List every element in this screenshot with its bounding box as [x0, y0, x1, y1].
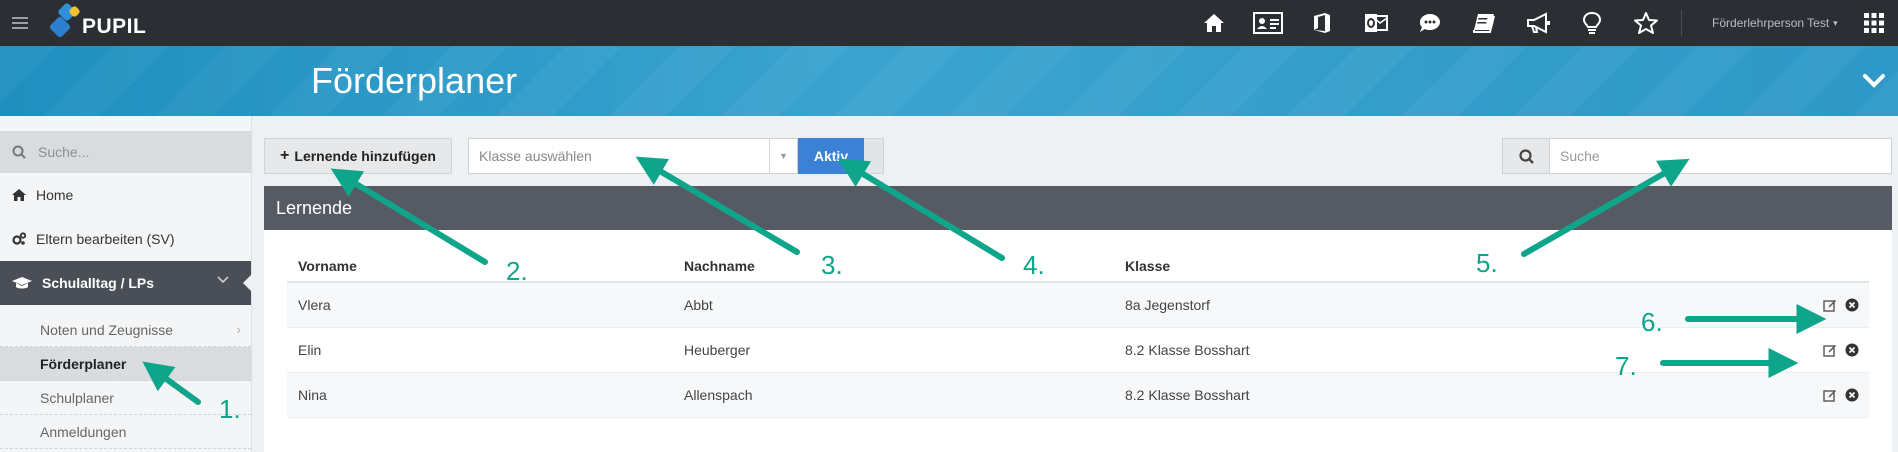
plus-icon: + [280, 147, 290, 164]
annotation-label-4: 4. [1023, 250, 1045, 280]
annotation-label-3: 3. [821, 250, 843, 280]
book-icon[interactable] [1457, 0, 1511, 46]
user-menu-dropdown[interactable]: Förderlehrperson Test ▾ [1712, 0, 1838, 46]
annotation-label-5: 5. [1476, 248, 1498, 278]
sidebar-item-eltern[interactable]: Eltern bearbeiten (SV) [0, 217, 251, 261]
add-learner-button[interactable]: + Lernende hinzufügen [264, 138, 452, 174]
logo-mark-icon [48, 2, 81, 41]
sidebar-search[interactable]: Suche... [0, 131, 251, 173]
row-actions [1815, 388, 1859, 402]
table-row[interactable]: Vlera Abbt 8a Jegenstorf [287, 283, 1869, 328]
annotation-label-1: 1. [219, 394, 241, 424]
sidebar-subitem-foerderplaner[interactable]: Förderplaner [0, 347, 251, 381]
annotation-label-7: 7. [1615, 351, 1637, 381]
row-actions [1815, 298, 1859, 312]
cell-nachname: Abbt [684, 297, 713, 313]
sidebar-subitem-label: Förderplaner [40, 355, 127, 372]
sidebar-item-label: Schulalltag / LPs [42, 275, 155, 291]
home-icon[interactable] [1187, 0, 1241, 46]
graduation-cap-icon [12, 277, 32, 289]
sidebar-item-home[interactable]: Home [0, 173, 251, 217]
caret-down-icon[interactable]: ▼ [769, 139, 797, 173]
panel-title: Lernende [264, 186, 1892, 230]
cell-vorname: Nina [298, 387, 327, 403]
outlook-icon[interactable] [1349, 0, 1403, 46]
app-logo[interactable]: PUPIL [48, 2, 147, 42]
sidebar-search-placeholder: Suche... [38, 144, 90, 160]
delete-icon[interactable] [1845, 388, 1859, 402]
cell-klasse: 8.2 Klasse Bosshart [1125, 387, 1250, 403]
sidebar-subitem-label: Anmeldungen [40, 423, 127, 440]
column-header-vorname[interactable]: Vorname [298, 258, 357, 274]
caret-down-icon: ▾ [1833, 17, 1838, 28]
apps-grid-icon[interactable] [1864, 13, 1884, 33]
search-button[interactable] [1502, 138, 1550, 174]
search-icon [12, 145, 26, 159]
aktiv-toggle-button[interactable]: Aktiv [798, 138, 864, 174]
chevron-right-icon: › [236, 322, 241, 337]
id-card-icon[interactable] [1241, 0, 1295, 46]
class-select-dropdown[interactable]: Klasse auswählen ▼ [468, 138, 798, 174]
top-navigation-bar: PUPIL Förderlehrperson Test ▾ [0, 0, 1898, 46]
column-header-nachname[interactable]: Nachname [684, 258, 755, 274]
annotation-label-2: 2. [506, 256, 528, 286]
row-actions [1815, 343, 1859, 357]
annotation-label-6: 6. [1641, 307, 1663, 337]
logo-text: PUPIL [82, 15, 147, 38]
sidebar-subitem-anmeldungen[interactable]: Anmeldungen [0, 415, 251, 449]
chevron-down-icon[interactable] [1862, 72, 1886, 90]
chat-icon[interactable] [1403, 0, 1457, 46]
megaphone-icon[interactable] [1511, 0, 1565, 46]
delete-icon[interactable] [1845, 298, 1859, 312]
cogs-icon [12, 232, 26, 245]
cell-klasse: 8a Jegenstorf [1125, 297, 1210, 313]
sidebar-subitem-noten[interactable]: Noten und Zeugnisse › [0, 313, 251, 347]
cell-vorname: Elin [298, 342, 322, 358]
column-header-klasse[interactable]: Klasse [1125, 258, 1170, 274]
topbar-divider [1681, 10, 1682, 36]
home-icon [12, 189, 26, 201]
sidebar: Suche... Home Eltern bearbeiten (SV) Sch… [0, 116, 252, 452]
sidebar-subitem-label: Schulplaner [40, 389, 114, 406]
star-icon[interactable] [1619, 0, 1673, 46]
page-title: Förderplaner [311, 60, 518, 101]
edit-icon[interactable] [1823, 388, 1837, 402]
sidebar-item-label: Eltern bearbeiten (SV) [36, 231, 175, 247]
delete-icon[interactable] [1845, 343, 1859, 357]
edit-icon[interactable] [1823, 343, 1837, 357]
page-banner: Förderplaner [0, 46, 1898, 116]
edit-icon[interactable] [1823, 298, 1837, 312]
cell-nachname: Heuberger [684, 342, 751, 358]
cell-klasse: 8.2 Klasse Bosshart [1125, 342, 1250, 358]
search-icon [1518, 148, 1534, 164]
sidebar-item-label: Home [36, 187, 74, 203]
chevron-down-icon [217, 276, 229, 284]
sidebar-item-schulalltag[interactable]: Schulalltag / LPs [0, 261, 252, 305]
user-name: Förderlehrperson Test [1712, 16, 1830, 30]
lightbulb-icon[interactable] [1565, 0, 1619, 46]
inactive-toggle-button[interactable] [864, 138, 884, 174]
add-learner-label: Lernende hinzufügen [294, 148, 436, 164]
top-icon-group [1187, 0, 1673, 46]
office-icon[interactable] [1295, 0, 1349, 46]
sidebar-subitem-label: Noten und Zeugnisse [40, 321, 174, 338]
cell-nachname: Allenspach [684, 387, 753, 403]
class-select-placeholder: Klasse auswählen [479, 148, 592, 164]
sidebar-subitem-schulplaner[interactable]: Schulplaner [0, 381, 251, 415]
hamburger-menu-icon[interactable] [0, 0, 40, 46]
cell-vorname: Vlera [298, 297, 331, 313]
learner-search-input[interactable] [1549, 138, 1892, 174]
